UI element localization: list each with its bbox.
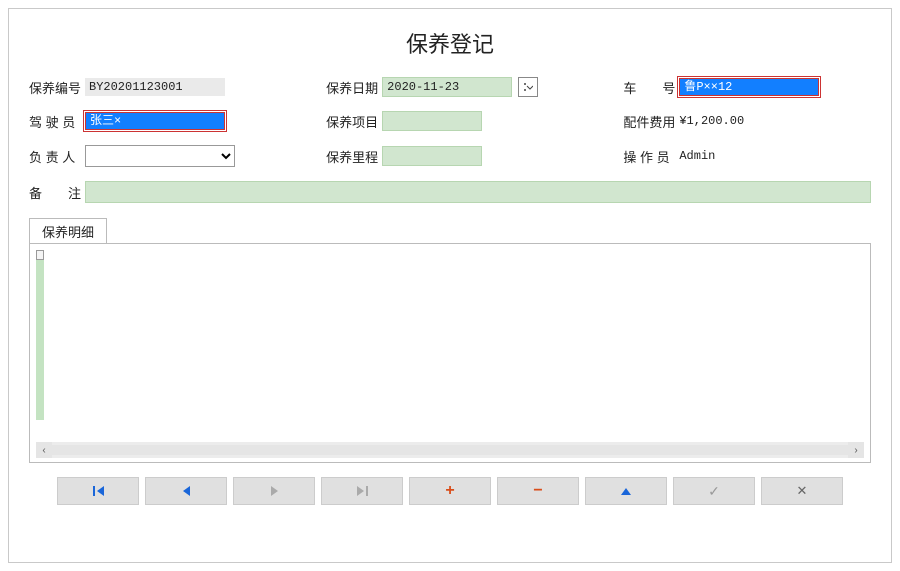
operator-label: 操 作 员 (623, 147, 679, 166)
scroll-track[interactable] (52, 445, 848, 455)
chevron-down-icon (523, 82, 533, 92)
responsible-label: 负 责 人 (29, 147, 85, 166)
prev-icon (183, 486, 190, 496)
maint-date-label: 保养日期 (326, 78, 382, 97)
operator-value: Admin (679, 149, 715, 163)
next-icon (271, 486, 278, 496)
delete-icon: − (533, 482, 542, 500)
maint-no-field[interactable]: BY20201123001 (85, 78, 225, 96)
form-row-remark: 备 注 (29, 181, 871, 203)
remark-field[interactable] (85, 181, 871, 203)
mileage-label: 保养里程 (326, 147, 382, 166)
detail-grid-inner (36, 250, 864, 440)
item-field[interactable] (382, 111, 482, 131)
nav-delete-button[interactable]: − (497, 477, 579, 505)
nav-edit-button[interactable] (585, 477, 667, 505)
maint-no-label: 保养编号 (29, 78, 85, 97)
maintenance-form-window: 保养登记 保养编号 BY20201123001 保养日期 2020-11-23 … (8, 8, 892, 563)
date-picker-button[interactable] (518, 77, 538, 97)
parts-fee-label: 配件费用 (623, 112, 679, 131)
scroll-right-button[interactable]: › (848, 442, 864, 458)
tab-detail[interactable]: 保养明细 (29, 218, 107, 244)
driver-field[interactable]: 张三× (85, 112, 225, 130)
page-title: 保养登记 (29, 27, 871, 59)
record-navigator: + − ✓ ✕ (29, 473, 871, 509)
nav-confirm-button[interactable]: ✓ (673, 477, 755, 505)
plate-label: 车 号 (623, 78, 679, 97)
maint-date-field[interactable]: 2020-11-23 (382, 77, 512, 97)
remark-label: 备 注 (29, 183, 85, 202)
nav-next-button[interactable] (233, 477, 315, 505)
item-label: 保养项目 (326, 112, 382, 131)
first-icon-tri (97, 486, 104, 496)
form-row-3: 负 责 人 保养里程 操 作 员 Admin (29, 145, 871, 167)
mileage-field[interactable] (382, 146, 482, 166)
form-row-2: 驾 驶 员 张三× 保养项目 配件费用 ¥1,200.00 (29, 111, 871, 131)
first-icon (93, 486, 95, 496)
grid-selection-bar (36, 260, 44, 420)
plate-field[interactable]: 鲁P××12 (679, 78, 819, 96)
last-icon-tri (357, 486, 364, 496)
detail-grid[interactable]: ‹ › (29, 243, 871, 463)
grid-col-header[interactable] (36, 250, 44, 260)
cancel-icon: ✕ (797, 483, 808, 499)
responsible-select[interactable] (85, 145, 235, 167)
nav-first-button[interactable] (57, 477, 139, 505)
detail-tabs: 保养明细 ‹ › (29, 217, 871, 463)
form-row-1: 保养编号 BY20201123001 保养日期 2020-11-23 车 号 鲁… (29, 77, 871, 97)
driver-label: 驾 驶 员 (29, 112, 85, 131)
scroll-left-button[interactable]: ‹ (36, 442, 52, 458)
last-icon (366, 486, 368, 496)
nav-add-button[interactable]: + (409, 477, 491, 505)
nav-prev-button[interactable] (145, 477, 227, 505)
nav-last-button[interactable] (321, 477, 403, 505)
nav-cancel-button[interactable]: ✕ (761, 477, 843, 505)
confirm-icon: ✓ (708, 483, 720, 500)
grid-hscrollbar[interactable]: ‹ › (36, 442, 864, 458)
parts-fee-value: ¥1,200.00 (679, 114, 744, 128)
edit-icon (621, 488, 631, 495)
add-icon: + (445, 482, 454, 500)
